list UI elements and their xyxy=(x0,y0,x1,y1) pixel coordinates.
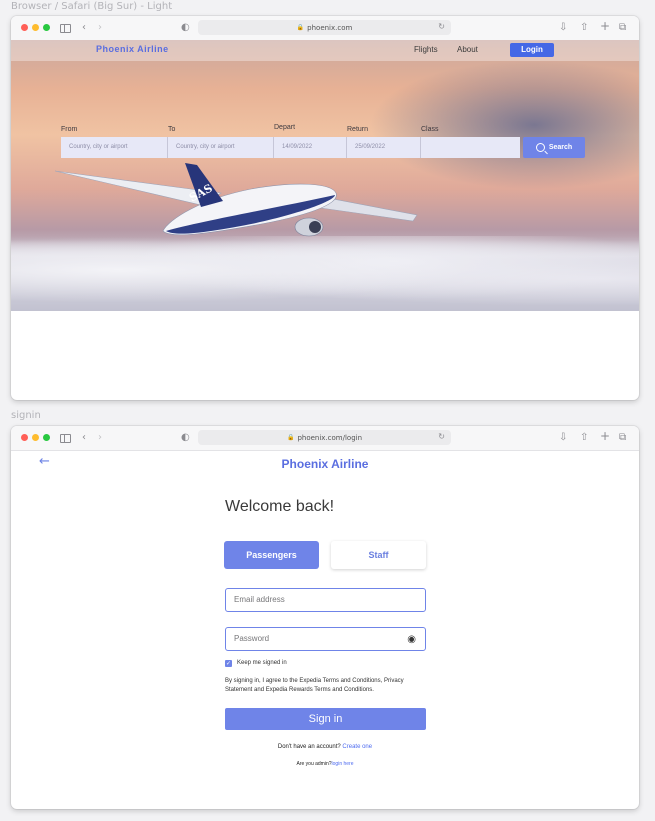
back-chevron-icon[interactable]: ‹ xyxy=(82,431,86,445)
new-tab-icon[interactable]: + xyxy=(600,429,610,443)
email-placeholder: Email address xyxy=(234,595,285,604)
terms-text: By signing in, I agree to the Expedia Te… xyxy=(225,678,404,693)
forward-chevron-icon[interactable]: › xyxy=(98,431,102,445)
zoom-window-button[interactable] xyxy=(43,434,50,441)
admin-login-row: Are you admin?login here xyxy=(11,761,639,767)
return-date-input[interactable]: 25/09/2022 xyxy=(347,137,421,158)
class-select[interactable] xyxy=(421,137,520,158)
sidebar-toggle-icon[interactable] xyxy=(60,434,71,443)
address-bar[interactable]: 🔒 phoenix.com ↻ xyxy=(198,20,451,35)
frame-caption-home: Browser / Safari (Big Sur) - Light xyxy=(11,1,173,12)
tab-overview-icon[interactable]: ⧉ xyxy=(619,21,626,35)
nav-about-link[interactable]: About xyxy=(457,45,478,54)
admin-login-link[interactable]: login here xyxy=(332,761,354,767)
browser-toolbar: ‹ › ◐ 🔒 phoenix.com/login ↻ ⇩ ⇧ + ⧉ xyxy=(11,426,639,451)
signin-brand-logo[interactable]: Phoenix Airline xyxy=(11,457,639,471)
tab-staff[interactable]: Staff xyxy=(331,541,426,569)
address-bar[interactable]: 🔒 phoenix.com/login ↻ xyxy=(198,430,451,445)
search-button[interactable]: Search xyxy=(523,137,585,158)
depart-label: Depart xyxy=(274,124,296,131)
welcome-heading: Welcome back! xyxy=(225,498,335,515)
window-controls xyxy=(21,24,50,31)
hero-clouds xyxy=(11,236,639,311)
lock-icon: 🔒 xyxy=(296,24,305,31)
admin-text: Are you admin? xyxy=(296,761,332,767)
address-text: phoenix.com xyxy=(307,23,353,32)
close-window-button[interactable] xyxy=(21,434,28,441)
minimize-window-button[interactable] xyxy=(32,434,39,441)
privacy-shield-icon[interactable]: ◐ xyxy=(181,21,190,35)
sign-in-button[interactable]: Sign in xyxy=(225,708,426,730)
share-icon[interactable]: ⇧ xyxy=(580,21,588,35)
reload-icon[interactable]: ↻ xyxy=(438,432,445,441)
address-text: phoenix.com/login xyxy=(297,433,363,442)
downloads-icon[interactable]: ⇩ xyxy=(559,431,567,445)
frame-caption-signin: signin xyxy=(11,410,41,421)
password-placeholder: Password xyxy=(234,634,270,643)
forward-chevron-icon[interactable]: › xyxy=(98,21,102,35)
no-account-text: Don't have an account? xyxy=(277,744,341,750)
tab-overview-icon[interactable]: ⧉ xyxy=(619,431,626,445)
share-icon[interactable]: ⇧ xyxy=(580,431,588,445)
hero-banner: SAS Phoenix Airline Flights About Login … xyxy=(11,40,639,311)
create-account-row: Don't have an account? Create one xyxy=(11,744,639,750)
to-input[interactable]: Country, city or airport xyxy=(168,137,274,158)
browser-toolbar: ‹ › ◐ 🔒 phoenix.com ↻ ⇩ ⇧ + ⧉ xyxy=(11,16,639,41)
from-input[interactable]: Country, city or airport xyxy=(61,137,168,158)
minimize-window-button[interactable] xyxy=(32,24,39,31)
from-label: From xyxy=(61,126,78,133)
keep-signed-in-label[interactable]: Keep me signed in xyxy=(237,660,287,666)
lock-icon: 🔒 xyxy=(286,434,295,441)
downloads-icon[interactable]: ⇩ xyxy=(559,21,567,35)
password-field[interactable]: Password ◉ xyxy=(225,627,426,651)
flight-search-bar: Country, city or airport Country, city o… xyxy=(61,137,520,158)
sidebar-toggle-icon[interactable] xyxy=(60,24,71,33)
show-password-eye-icon[interactable]: ◉ xyxy=(407,629,416,651)
privacy-shield-icon[interactable]: ◐ xyxy=(181,431,190,445)
class-label: Class xyxy=(421,126,439,133)
window-controls xyxy=(21,434,50,441)
close-window-button[interactable] xyxy=(21,24,28,31)
zoom-window-button[interactable] xyxy=(43,24,50,31)
create-account-link[interactable]: Create one xyxy=(342,744,372,750)
new-tab-icon[interactable]: + xyxy=(600,19,610,33)
to-label: To xyxy=(168,126,176,133)
back-chevron-icon[interactable]: ‹ xyxy=(82,21,86,35)
nav-flights-link[interactable]: Flights xyxy=(414,45,438,54)
site-navbar: Phoenix Airline Flights About Login xyxy=(11,40,639,61)
search-icon xyxy=(535,143,545,152)
search-button-label: Search xyxy=(548,144,573,151)
depart-date-input[interactable]: 14/09/2022 xyxy=(274,137,347,158)
login-button[interactable]: Login xyxy=(510,43,554,57)
email-field[interactable]: Email address xyxy=(225,588,426,612)
return-label: Return xyxy=(347,126,369,133)
tab-passengers[interactable]: Passengers xyxy=(224,541,319,569)
reload-icon[interactable]: ↻ xyxy=(438,22,445,31)
keep-signed-in-checkbox[interactable]: ✓ xyxy=(225,660,232,667)
brand-logo[interactable]: Phoenix Airline xyxy=(96,44,169,54)
browser-window-signin: ‹ › ◐ 🔒 phoenix.com/login ↻ ⇩ ⇧ + ⧉ ← Ph… xyxy=(11,426,639,809)
browser-window-home: ‹ › ◐ 🔒 phoenix.com ↻ ⇩ ⇧ + ⧉ SAS Phoeni… xyxy=(11,16,639,400)
